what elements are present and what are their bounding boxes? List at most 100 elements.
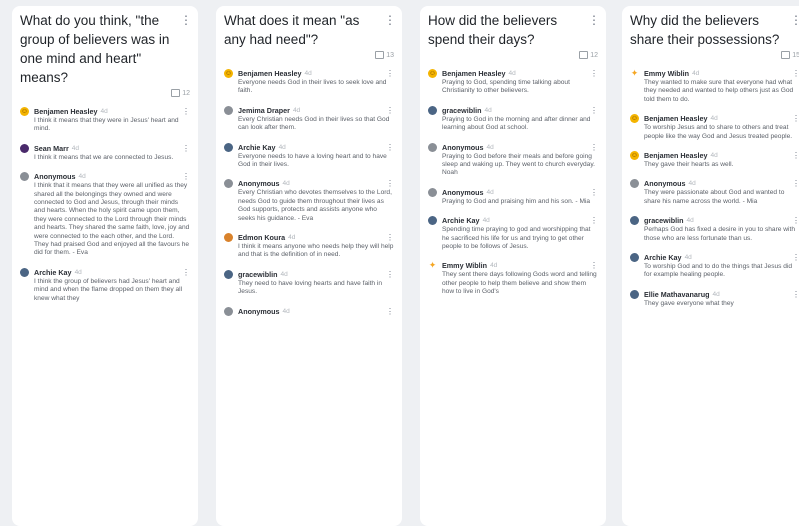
post-author: Anonymous	[644, 179, 686, 189]
column-menu-icon[interactable]: ⋮	[790, 11, 799, 27]
post-header: gracewiblin 4d ⋮	[224, 269, 394, 279]
smiley-avatar-icon: ☺	[20, 107, 29, 116]
user-avatar-icon	[224, 233, 233, 243]
post-card[interactable]: Anonymous 4d ⋮ Praying to God before their …	[420, 137, 606, 182]
post-card[interactable]: Archie Kay 4d ⋮ To worship God and to do th…	[622, 247, 799, 284]
post-card[interactable]: Jemima Draper 4d ⋮ Every Christian needs Go…	[216, 100, 402, 137]
post-menu-icon[interactable]: ⋮	[182, 172, 190, 181]
post-card[interactable]: Anonymous 4d ⋮ They were passionate about G…	[622, 173, 799, 210]
post-time: 4d	[712, 290, 720, 298]
post-author: Emmy Wiblin	[442, 261, 488, 271]
post-menu-icon[interactable]: ⋮	[182, 144, 190, 153]
post-card[interactable]: Archie Kay 4d ⋮ Everyone needs to have a lo…	[216, 137, 402, 174]
post-card[interactable]: Archie Kay 4d ⋮ I think the group of believ…	[12, 262, 198, 307]
post-card[interactable]: Ellie Mathavanarug 4d ⋮ They gave everyone …	[622, 284, 799, 312]
post-body: They gave their hearts as well.	[644, 161, 734, 169]
post-author: Edmon Koura	[238, 233, 286, 243]
post-author: Archie Kay	[644, 253, 682, 263]
post-menu-icon[interactable]: ⋮	[386, 233, 394, 242]
post-menu-icon[interactable]: ⋮	[590, 216, 598, 225]
smiley-avatar-icon: ☺	[428, 69, 437, 78]
post-body: Everyone needs to have a loving heart an…	[238, 152, 387, 169]
post-card[interactable]: Archie Kay 4d ⋮ Spending time praying to go…	[420, 210, 606, 255]
post-card[interactable]: gracewiblin 4d ⋮ Perhaps God has fixed a de…	[622, 210, 799, 247]
post-body: To worship God and to do the things that…	[644, 263, 793, 279]
post-body: They need to have loving hearts and have…	[238, 279, 383, 296]
post-body: I think the group of believers had Jesus…	[34, 277, 183, 302]
post-list: ✦ Emmy Wiblin 4d ⋮ They wanted to make sure …	[622, 63, 799, 312]
post-menu-icon[interactable]: ⋮	[590, 106, 598, 115]
column-title: Why did the believers share their posses…	[630, 13, 780, 47]
post-card[interactable]: ☺ Benjamen Heasley 4d ⋮ I think it means tha…	[12, 101, 198, 138]
post-time: 4d	[686, 217, 694, 225]
post-header: Anonymous 4d ⋮	[224, 306, 394, 316]
post-menu-icon[interactable]: ⋮	[386, 270, 394, 279]
user-avatar-icon	[224, 306, 233, 316]
post-card[interactable]: Anonymous 4d ⋮	[216, 301, 402, 321]
post-header: ✦ Emmy Wiblin 4d ⋮	[428, 261, 598, 271]
post-author: Benjamen Heasley	[644, 151, 708, 161]
post-body: Perhaps God has fixed a desire in you to…	[644, 226, 796, 242]
post-menu-icon[interactable]: ⋮	[792, 114, 799, 123]
post-card[interactable]: Anonymous 4d ⋮ I think that it means that t…	[12, 166, 198, 262]
post-header: ☺ Benjamen Heasley 4d ⋮	[630, 114, 799, 124]
post-menu-icon[interactable]: ⋮	[792, 151, 799, 160]
user-avatar-icon	[224, 269, 233, 279]
post-card[interactable]: ☺ Benjamen Heasley 4d ⋮ Everyone needs God i…	[216, 63, 402, 100]
post-author: Archie Kay	[34, 267, 72, 277]
post-card[interactable]: ✦ Emmy Wiblin 4d ⋮ They wanted to make sure …	[622, 63, 799, 108]
column-menu-icon[interactable]: ⋮	[384, 11, 396, 27]
post-menu-icon[interactable]: ⋮	[386, 69, 394, 78]
post-menu-icon[interactable]: ⋮	[386, 179, 394, 188]
user-avatar-icon	[20, 172, 29, 182]
post-time: 4d	[486, 143, 494, 151]
post-author: Sean Marr	[34, 143, 69, 153]
post-menu-icon[interactable]: ⋮	[386, 106, 394, 115]
post-card[interactable]: gracewiblin 4d ⋮ They need to have loving h…	[216, 264, 402, 301]
column-menu-icon[interactable]: ⋮	[180, 11, 192, 27]
column-spend-days: How did the believers spend their days? …	[420, 6, 606, 526]
comment-icon	[171, 89, 181, 97]
post-menu-icon[interactable]: ⋮	[590, 143, 598, 152]
post-header: Ellie Mathavanarug 4d ⋮	[630, 289, 799, 299]
user-avatar-icon	[428, 216, 437, 226]
post-menu-icon[interactable]: ⋮	[792, 290, 799, 299]
post-time: 4d	[292, 106, 301, 114]
comment-count: 12	[590, 51, 598, 59]
post-body: They sent there days following Gods word…	[442, 271, 597, 296]
post-card[interactable]: ☺ Benjamen Heasley 4d ⋮ They gave their hear…	[622, 145, 799, 173]
post-menu-icon[interactable]: ⋮	[182, 268, 190, 277]
post-menu-icon[interactable]: ⋮	[386, 143, 394, 152]
post-card[interactable]: Anonymous 4d ⋮ Praying to God and praising …	[420, 182, 606, 210]
post-menu-icon[interactable]: ⋮	[792, 253, 799, 262]
post-card[interactable]: Sean Marr 4d ⋮ I think it means that we are…	[12, 138, 198, 166]
post-time: 4d	[280, 270, 288, 278]
post-body: They were passionate about God and wante…	[644, 189, 785, 205]
post-menu-icon[interactable]: ⋮	[590, 188, 598, 197]
user-avatar-icon	[428, 142, 437, 152]
comment-icon	[375, 51, 385, 59]
post-card[interactable]: Anonymous 4d ⋮ Every Christian who devotes …	[216, 173, 402, 227]
post-body: I think it means anyone who needs help t…	[238, 243, 394, 259]
post-menu-icon[interactable]: ⋮	[182, 107, 190, 116]
post-menu-icon[interactable]: ⋮	[792, 179, 799, 188]
column-title: What do you think, "the group of believe…	[20, 13, 170, 85]
post-card[interactable]: Edmon Koura 4d ⋮ I think it means anyone wh…	[216, 227, 402, 264]
post-menu-icon[interactable]: ⋮	[792, 216, 799, 225]
post-card[interactable]: ☺ Benjamen Heasley 4d ⋮ To worship Jesus and…	[622, 108, 799, 145]
post-header: Sean Marr 4d ⋮	[20, 143, 190, 153]
post-menu-icon[interactable]: ⋮	[792, 69, 799, 78]
post-author: Anonymous	[238, 306, 280, 316]
post-header: gracewiblin 4d ⋮	[428, 105, 598, 115]
column-menu-icon[interactable]: ⋮	[588, 11, 600, 27]
post-card[interactable]: ☺ Benjamen Heasley 4d ⋮ Praying to God, spen…	[420, 63, 606, 100]
post-menu-icon[interactable]: ⋮	[386, 307, 394, 316]
post-card[interactable]: gracewiblin 4d ⋮ Praying to God in the morn…	[420, 100, 606, 137]
post-menu-icon[interactable]: ⋮	[590, 261, 598, 270]
post-header: Jemima Draper 4d ⋮	[224, 105, 394, 115]
post-time: 4d	[282, 180, 290, 188]
post-author: Jemima Draper	[238, 105, 290, 115]
post-card[interactable]: ✦ Emmy Wiblin 4d ⋮ They sent there days foll…	[420, 255, 606, 300]
post-menu-icon[interactable]: ⋮	[590, 69, 598, 78]
post-body: I think it means that we are connected t…	[34, 153, 174, 161]
